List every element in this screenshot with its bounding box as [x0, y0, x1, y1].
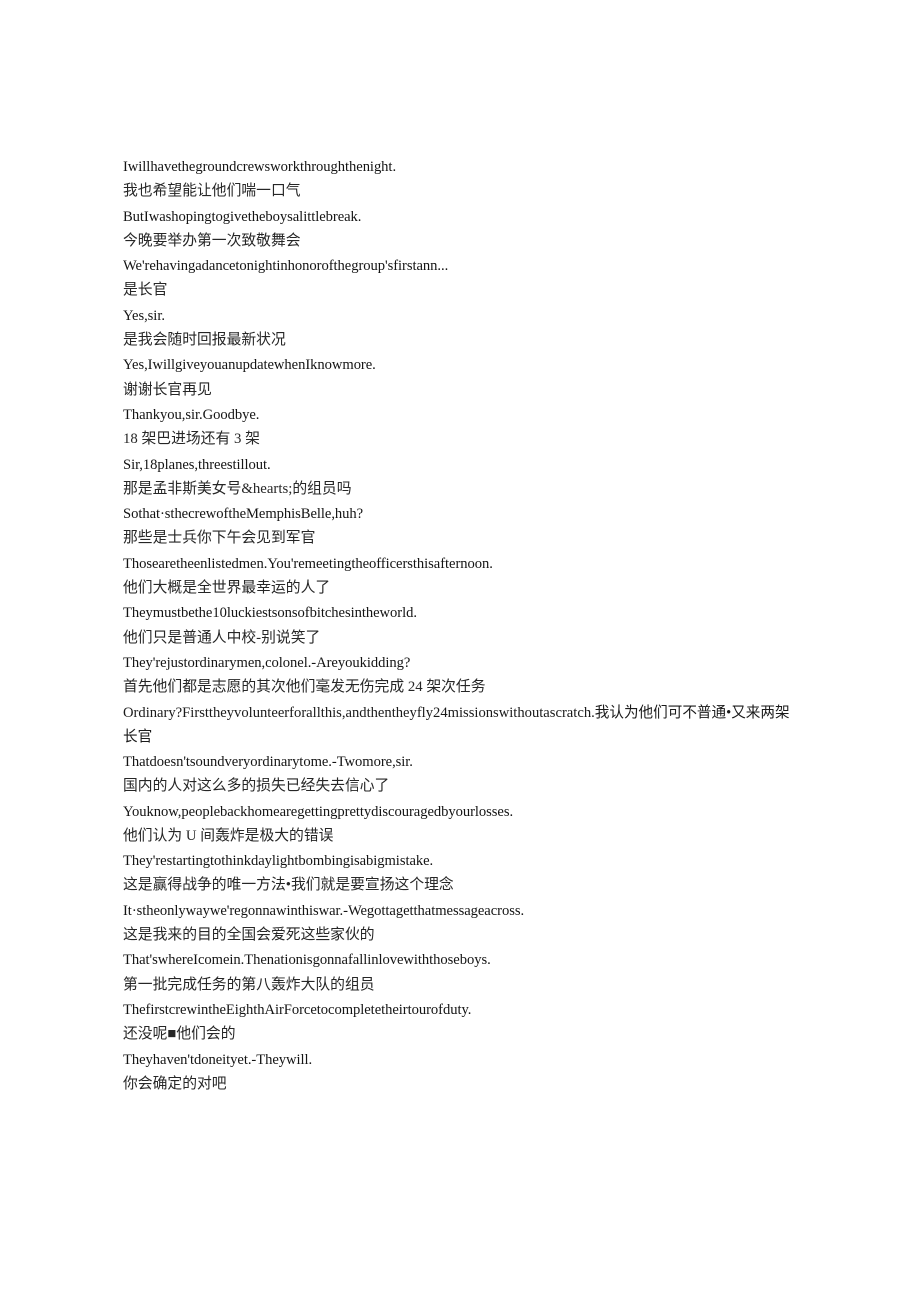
transcript-line: They'restartingtothinkdaylightbombingisa… — [123, 853, 434, 870]
transcript-body: Iwillhavethegroundcrewsworkthroughthenig… — [123, 155, 792, 1097]
transcript-line: 他们认为 U 间轰炸是极大的错误 — [123, 827, 334, 844]
transcript-line: Thatdoesn'tsoundveryordinarytome.-Twomor… — [123, 753, 413, 770]
transcript-line: Thankyou,sir.Goodbye. — [123, 407, 260, 424]
transcript-line: 我也希望能让他们喘一口气 — [123, 183, 301, 200]
transcript-line: 这是赢得战争的唯一方法•我们就是要宣扬这个理念 — [123, 877, 454, 894]
transcript-line: Youknow,peoplebackhomearegettingprettydi… — [123, 803, 514, 820]
transcript-line: Thosearetheenlistedmen.You'remeetingtheo… — [123, 555, 493, 572]
transcript-line: Sothat·sthecrewoftheMemphisBelle,huh? — [123, 506, 364, 523]
transcript-line: That'swhereIcomein.Thenationisgonnafalli… — [123, 952, 491, 969]
transcript-line: 这是我来的目的全国会爱死这些家伙的 — [123, 926, 375, 943]
transcript-line: 那是孟非斯美女号&hearts;的组员吗 — [123, 480, 352, 497]
transcript-line: 谢谢长官再见 — [123, 381, 212, 398]
transcript-line: Yes,IwillgiveyouanupdatewhenIknowmore. — [123, 357, 376, 374]
transcript-line: Theymustbethe10luckiestsonsofbitchesinth… — [123, 605, 417, 622]
transcript-line: 第一批完成任务的第八轰炸大队的组员 — [123, 976, 375, 993]
transcript-line: Theyhaven'tdoneityet.-Theywill. — [123, 1051, 313, 1068]
transcript-line: ButIwashopingtogivetheboysalittlebreak. — [123, 208, 362, 225]
transcript-line: 还没呢■他们会的 — [123, 1026, 236, 1043]
transcript-line: 国内的人对这么多的损失已经失去信心了 — [123, 778, 390, 795]
transcript-line: Ordinary?Firsttheyvolunteerforallthis,an… — [123, 704, 790, 746]
transcript-line: Sir,18planes,threestillout. — [123, 456, 271, 473]
transcript-line: 首先他们都是志愿的其次他们毫发无伤完成 24 架次任务 — [123, 679, 486, 696]
transcript-line: 今晚要举办第一次致敬舞会 — [123, 232, 301, 249]
transcript-line: It·stheonlywaywe'regonnawinthiswar.-Wego… — [123, 902, 525, 919]
transcript-line: 你会确定的对吧 — [123, 1075, 227, 1092]
transcript-line: 18 架巴进场还有 3 架 — [123, 431, 260, 448]
transcript-line: Yes,sir. — [123, 307, 165, 324]
document-page: Iwillhavethegroundcrewsworkthroughthenig… — [0, 0, 920, 1301]
transcript-line: 他们大概是全世界最幸运的人了 — [123, 580, 331, 597]
transcript-line: 他们只是普通人中校-别说笑了 — [123, 629, 321, 646]
transcript-line: They'rejustordinarymen,colonel.-Areyouki… — [123, 655, 411, 672]
transcript-line: ThefirstcrewintheEighthAirForcetocomplet… — [123, 1001, 472, 1018]
transcript-line: Iwillhavethegroundcrewsworkthroughthenig… — [123, 159, 397, 175]
transcript-line: We'rehavingadancetonightinhonorofthegrou… — [123, 258, 449, 275]
transcript-line: 是我会随时回报最新状况 — [123, 332, 286, 349]
transcript-line: 是长官 — [123, 282, 168, 299]
transcript-line: 那些是士兵你下午会见到军官 — [123, 530, 316, 547]
